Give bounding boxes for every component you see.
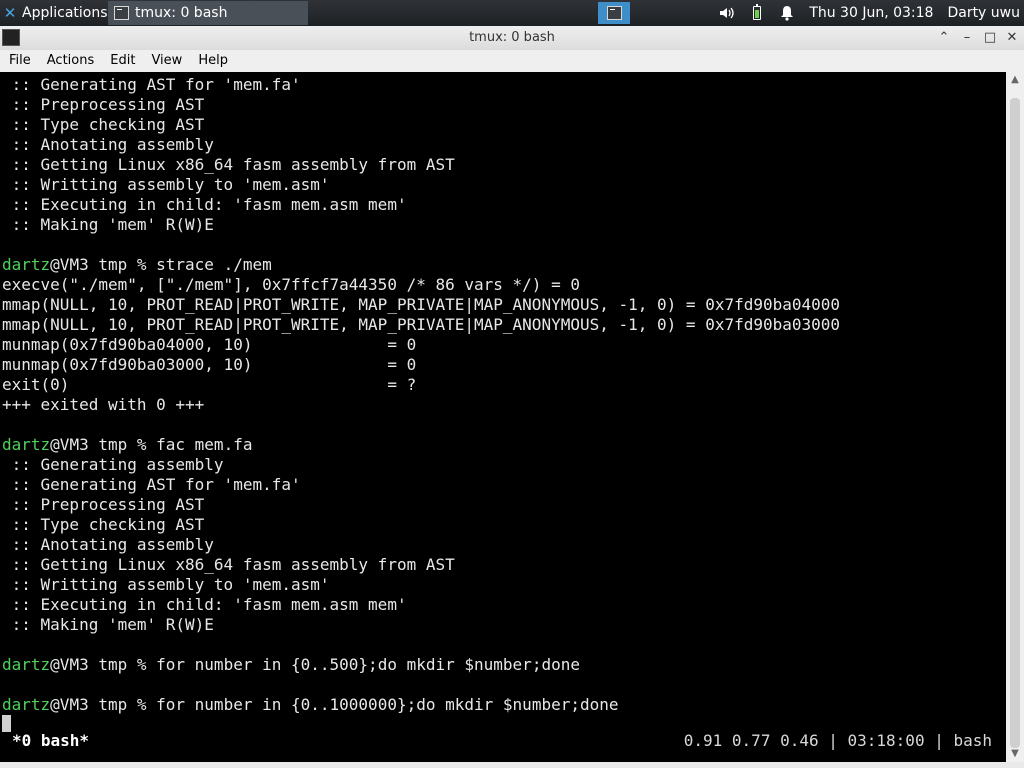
line-text: @VM3 tmp % fac mem.fa: [50, 435, 253, 454]
close-button[interactable]: ✕: [1003, 29, 1021, 47]
terminal-line: :: Anotating assembly: [2, 535, 214, 555]
line-text: :: Generating AST for 'mem.fa': [2, 475, 301, 494]
line-text: :: Writting assembly to 'mem.asm': [2, 575, 330, 594]
line-text: :: Type checking AST: [2, 515, 205, 534]
line-text: munmap(0x7fd90ba03000, 10) = 0: [2, 355, 417, 374]
window-title: tmux: 0 bash: [469, 30, 555, 45]
line-text: :: Anotating assembly: [2, 535, 214, 554]
terminal-line: :: Generating assembly: [2, 455, 224, 475]
clock[interactable]: Thu 30 Jun, 03:18: [809, 5, 933, 21]
line-text: mmap(NULL, 10, PROT_READ|PROT_WRITE, MAP…: [2, 295, 841, 314]
line-text: @VM3 tmp % for number in {0..1000000};do…: [50, 695, 619, 714]
terminal-window: tmux: 0 bash ⌃ – □ ✕ File Actions Edit V…: [0, 26, 1024, 768]
line-text: :: Anotating assembly: [2, 135, 214, 154]
window-titlebar[interactable]: tmux: 0 bash ⌃ – □ ✕: [0, 26, 1024, 50]
terminal-line: :: Anotating assembly: [2, 135, 214, 155]
maximize-button[interactable]: □: [981, 29, 999, 47]
menu-actions[interactable]: Actions: [38, 50, 102, 72]
menu-help[interactable]: Help: [189, 50, 235, 72]
prompt-user: dartz: [2, 435, 51, 454]
system-tray: Thu 30 Jun, 03:18 Darty uwu: [719, 0, 1024, 26]
scroll-down-icon[interactable]: ▼: [1006, 746, 1024, 762]
terminal-line: :: Type checking AST: [2, 515, 205, 535]
line-text: :: Preprocessing AST: [2, 95, 205, 114]
minimize-button[interactable]: –: [958, 29, 976, 47]
line-text: exit(0) = ?: [2, 375, 417, 394]
battery-icon[interactable]: [749, 4, 765, 21]
terminal-line: munmap(0x7fd90ba04000, 10) = 0: [2, 335, 416, 355]
line-text: :: Getting Linux x86_64 fasm assembly fr…: [2, 555, 455, 574]
terminal-line: dartz@VM3 tmp % strace ./mem: [2, 255, 272, 275]
line-text: :: Generating assembly: [2, 455, 224, 474]
bell-icon[interactable]: [779, 5, 795, 21]
line-text: mmap(NULL, 10, PROT_READ|PROT_WRITE, MAP…: [2, 315, 841, 334]
terminal-line: :: Making 'mem' R(W)E: [2, 215, 214, 235]
line-text: :: Executing in child: 'fasm mem.asm mem…: [2, 195, 407, 214]
taskbar-item-tmux[interactable]: tmux: 0 bash: [108, 1, 308, 25]
menu-view[interactable]: View: [142, 50, 189, 72]
terminal-line: :: Getting Linux x86_64 fasm assembly fr…: [2, 555, 455, 575]
prompt-user: dartz: [2, 655, 51, 674]
terminal-output[interactable]: :: Generating AST for 'mem.fa' :: Prepro…: [0, 72, 1006, 762]
line-text: :: Preprocessing AST: [2, 495, 205, 514]
line-text: :: Type checking AST: [2, 115, 205, 134]
terminal-line: dartz@VM3 tmp % fac mem.fa: [2, 435, 252, 455]
terminal-line: +++ exited with 0 +++: [2, 395, 204, 415]
line-text: :: Making 'mem' R(W)E: [2, 215, 214, 234]
terminal-line: mmap(NULL, 10, PROT_READ|PROT_WRITE, MAP…: [2, 295, 840, 315]
terminal-line: :: Type checking AST: [2, 115, 205, 135]
line-text: :: Getting Linux x86_64 fasm assembly fr…: [2, 155, 455, 174]
workspace-switcher[interactable]: [598, 2, 630, 24]
scroll-up-icon[interactable]: ▲: [1006, 72, 1024, 88]
line-text: @VM3 tmp % strace ./mem: [50, 255, 272, 274]
tmux-status-right: 0.91 0.77 0.46 | 03:18:00 | bash: [683, 731, 992, 750]
line-text: +++ exited with 0 +++: [2, 395, 205, 414]
terminal-line: :: Writting assembly to 'mem.asm': [2, 175, 330, 195]
line-text: munmap(0x7fd90ba04000, 10) = 0: [2, 335, 417, 354]
terminal-icon: [606, 6, 622, 20]
xfce-icon: ✕: [3, 4, 17, 22]
terminal-line: :: Making 'mem' R(W)E: [2, 615, 214, 635]
prompt-user: dartz: [2, 255, 51, 274]
terminal-line: :: Executing in child: 'fasm mem.asm mem…: [2, 195, 407, 215]
terminal-line: execve("./mem", ["./mem"], 0x7ffcf7a4435…: [2, 275, 580, 295]
top-panel: ✕ Applications tmux: 0 bash Thu 30 Jun, …: [0, 0, 1024, 26]
terminal-line: dartz@VM3 tmp % for number in {0..100000…: [2, 695, 619, 715]
terminal-line: :: Generating AST for 'mem.fa': [2, 75, 301, 95]
scrollbar[interactable]: ▲ ▼: [1006, 72, 1024, 762]
tmux-window-label[interactable]: *0 bash*: [12, 731, 89, 751]
applications-menu-button[interactable]: ✕ Applications: [0, 0, 114, 26]
terminal-line: :: Preprocessing AST: [2, 95, 205, 115]
terminal-icon: [114, 6, 129, 20]
terminal-line: mmap(NULL, 10, PROT_READ|PROT_WRITE, MAP…: [2, 315, 840, 335]
menu-bar: File Actions Edit View Help: [0, 50, 1024, 72]
line-text: :: Generating AST for 'mem.fa': [2, 75, 301, 94]
line-text: execve("./mem", ["./mem"], 0x7ffcf7a4435…: [2, 275, 580, 294]
line-text: :: Making 'mem' R(W)E: [2, 615, 214, 634]
terminal-line: munmap(0x7fd90ba03000, 10) = 0: [2, 355, 416, 375]
applications-label: Applications: [22, 5, 108, 21]
prompt-user: dartz: [2, 695, 51, 714]
terminal-line: :: Getting Linux x86_64 fasm assembly fr…: [2, 155, 455, 175]
line-text: :: Executing in child: 'fasm mem.asm mem…: [2, 595, 407, 614]
terminal-line: dartz@VM3 tmp % for number in {0..500};d…: [2, 655, 580, 675]
tmux-status-bar: *0 bash* 0.91 0.77 0.46 | 03:18:00 | bas…: [0, 731, 1006, 751]
line-text: :: Writting assembly to 'mem.asm': [2, 175, 330, 194]
scrollbar-thumb[interactable]: [1010, 98, 1020, 748]
volume-icon[interactable]: [719, 5, 735, 21]
terminal-line: :: Writting assembly to 'mem.asm': [2, 575, 330, 595]
terminal-cursor: [2, 715, 11, 732]
shade-button[interactable]: ⌃: [935, 29, 953, 47]
terminal-line: exit(0) = ?: [2, 375, 416, 395]
user-name[interactable]: Darty uwu: [947, 5, 1020, 21]
terminal-line: :: Preprocessing AST: [2, 495, 205, 515]
terminal-line: :: Executing in child: 'fasm mem.asm mem…: [2, 595, 407, 615]
menu-file[interactable]: File: [0, 50, 38, 72]
taskbar-item-label: tmux: 0 bash: [135, 5, 228, 21]
menu-edit[interactable]: Edit: [101, 50, 142, 72]
line-text: @VM3 tmp % for number in {0..500};do mkd…: [50, 655, 580, 674]
terminal-line: :: Generating AST for 'mem.fa': [2, 475, 301, 495]
